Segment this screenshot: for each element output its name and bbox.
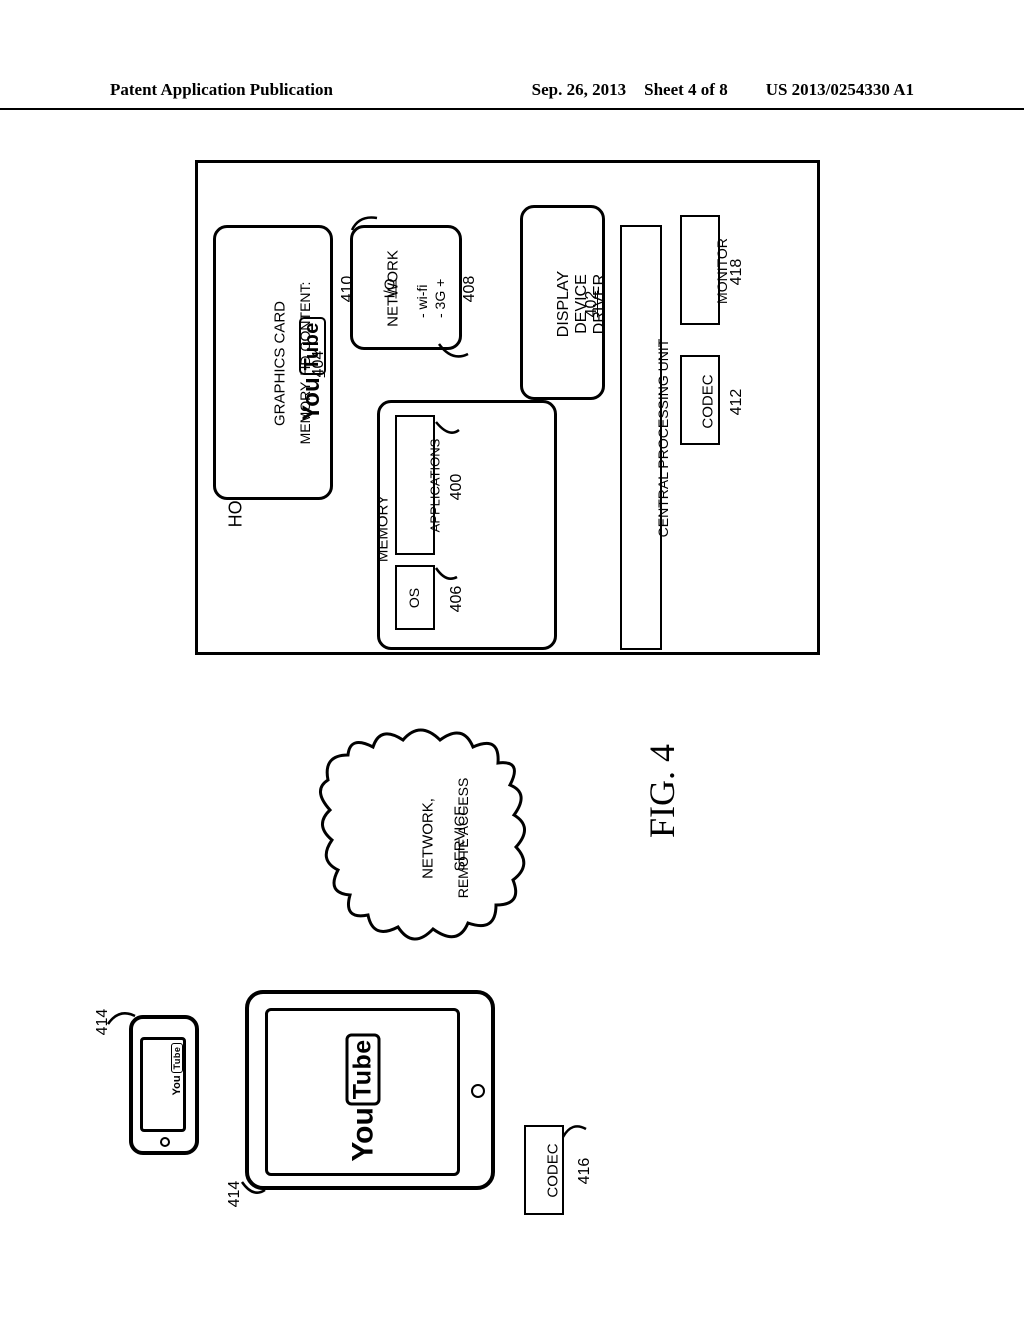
ddd-ref: 402: [583, 274, 601, 334]
leader-410: [347, 215, 387, 240]
figure-4: HOST COMPUTING ENTITY GRAPHICS CARD MEMO…: [95, 160, 925, 1210]
brand-tube: Tube: [346, 1033, 381, 1105]
codec-host-label: CODEC: [700, 362, 717, 442]
codec-client-label: CODEC: [545, 1131, 562, 1211]
leader-408: [434, 340, 474, 369]
netio-3g: - 3G +: [432, 258, 448, 318]
leader-416: [560, 1123, 588, 1148]
leader-406: [431, 565, 459, 590]
apps-ref: 400: [448, 457, 466, 517]
os-label: OS: [406, 570, 422, 626]
netio-sub: I/O: [382, 259, 399, 319]
sheet-number: Sheet 4 of 8: [644, 80, 728, 100]
cloud-line1: NETWORK,: [420, 769, 437, 909]
tablet-home-button-icon: [471, 1084, 485, 1098]
smartphone: [129, 1015, 199, 1155]
brand-you: You: [171, 1075, 183, 1095]
leader-414-phone: [105, 1010, 139, 1035]
doc-number: US 2013/0254330 A1: [766, 80, 914, 100]
leader-400: [431, 420, 461, 445]
pub-date: Sep. 26, 2013: [532, 80, 626, 100]
netio-ref-top: 410: [339, 259, 357, 319]
brand-you: You: [346, 1107, 380, 1161]
netio-wifi: - wi-fi: [414, 258, 430, 318]
phone-home-button-icon: [160, 1137, 170, 1147]
pub-label: Patent Application Publication: [110, 80, 333, 100]
netio-ref-bot: 408: [461, 259, 479, 319]
ddd-line1: DISPLAY: [555, 244, 573, 364]
figure-label: FIG. 4: [641, 744, 683, 838]
youtube-logo-phone: You Tube: [167, 1039, 185, 1099]
youtube-logo-tablet: You Tube: [346, 1018, 381, 1178]
cpu-label: CENTRAL PROCESSING UNIT: [655, 288, 671, 588]
page-header: Patent Application Publication Sep. 26, …: [0, 80, 1024, 110]
monitor-ref: 418: [728, 242, 746, 302]
codec-client-ref: 416: [576, 1141, 594, 1201]
memory-label: MEMORY: [375, 469, 392, 589]
graphics-ref: 404: [310, 334, 328, 394]
brand-tube: Tube: [171, 1043, 183, 1074]
graphics-line1: GRAPHICS CARD: [272, 264, 289, 464]
codec-host-ref: 412: [728, 372, 746, 432]
cloud-line3: SERVICE: [452, 769, 469, 909]
leader-414-tablet: [239, 1178, 267, 1203]
